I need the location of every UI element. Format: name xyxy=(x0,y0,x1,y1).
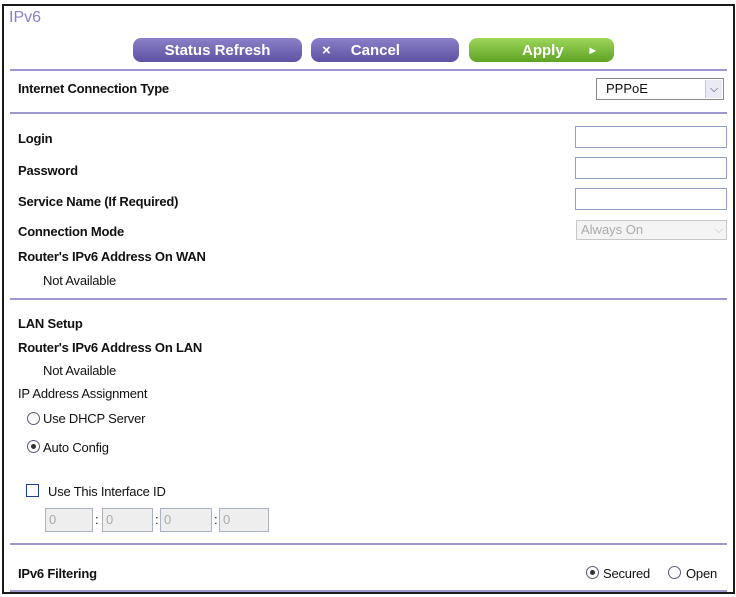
connection-type-select[interactable]: PPPoE ⌵ xyxy=(596,78,724,100)
cancel-button[interactable]: × Cancel xyxy=(311,38,459,62)
divider xyxy=(10,543,727,545)
auto-config-radio[interactable] xyxy=(27,440,40,453)
chevron-down-icon: ⌵ xyxy=(705,80,722,98)
interface-id-separator: : xyxy=(95,512,99,527)
interface-id-field-4[interactable]: 0 xyxy=(219,508,269,532)
connection-type-value: PPPoE xyxy=(606,81,648,96)
cancel-label: Cancel xyxy=(350,41,400,59)
service-name-input[interactable] xyxy=(575,188,727,210)
login-label: Login xyxy=(18,131,53,146)
open-radio[interactable] xyxy=(668,566,681,579)
interface-id-checkbox[interactable] xyxy=(26,484,39,497)
ipv6-filtering-label: IPv6 Filtering xyxy=(18,566,97,581)
secured-radio[interactable] xyxy=(586,566,599,579)
interface-id-separator: : xyxy=(155,512,159,527)
divider xyxy=(10,112,727,114)
login-input[interactable] xyxy=(575,126,727,148)
interface-id-field-1[interactable]: 0 xyxy=(45,508,93,532)
wan-address-value: Not Available xyxy=(43,273,117,288)
secured-label: Secured xyxy=(603,566,651,581)
connection-mode-select[interactable]: Always On ⌵ xyxy=(576,220,727,240)
divider xyxy=(10,69,727,71)
interface-id-field-2[interactable]: 0 xyxy=(102,508,153,532)
interface-id-separator: : xyxy=(214,512,218,527)
password-label: Password xyxy=(18,163,78,178)
apply-label: Apply xyxy=(522,41,564,59)
connection-mode-value: Always On xyxy=(581,222,644,237)
dhcp-server-radio[interactable] xyxy=(27,412,40,425)
service-name-label: Service Name (If Required) xyxy=(18,194,179,209)
page-title: IPv6 xyxy=(9,9,42,26)
chevron-down-icon: ⌵ xyxy=(714,224,723,236)
ip-assignment-label: IP Address Assignment xyxy=(18,386,148,401)
divider xyxy=(10,298,727,300)
apply-button[interactable]: Apply ▸ xyxy=(469,38,614,62)
connection-type-label: Internet Connection Type xyxy=(18,81,169,96)
divider xyxy=(10,590,727,592)
status-refresh-button[interactable]: Status Refresh xyxy=(133,38,302,62)
interface-id-field-3[interactable]: 0 xyxy=(160,508,212,532)
lan-address-value: Not Available xyxy=(43,363,117,378)
wan-address-label: Router's IPv6 Address On WAN xyxy=(18,249,206,264)
lan-address-label: Router's IPv6 Address On LAN xyxy=(18,340,203,355)
play-icon: ▸ xyxy=(589,43,596,57)
lan-setup-heading: LAN Setup xyxy=(18,316,83,331)
dhcp-server-label: Use DHCP Server xyxy=(43,411,146,426)
connection-mode-label: Connection Mode xyxy=(18,224,125,239)
open-label: Open xyxy=(686,566,718,581)
close-icon: × xyxy=(322,41,331,59)
password-input[interactable] xyxy=(575,157,727,179)
interface-id-label: Use This Interface ID xyxy=(48,484,166,499)
status-refresh-label: Status Refresh xyxy=(164,41,271,59)
auto-config-label: Auto Config xyxy=(43,440,109,455)
